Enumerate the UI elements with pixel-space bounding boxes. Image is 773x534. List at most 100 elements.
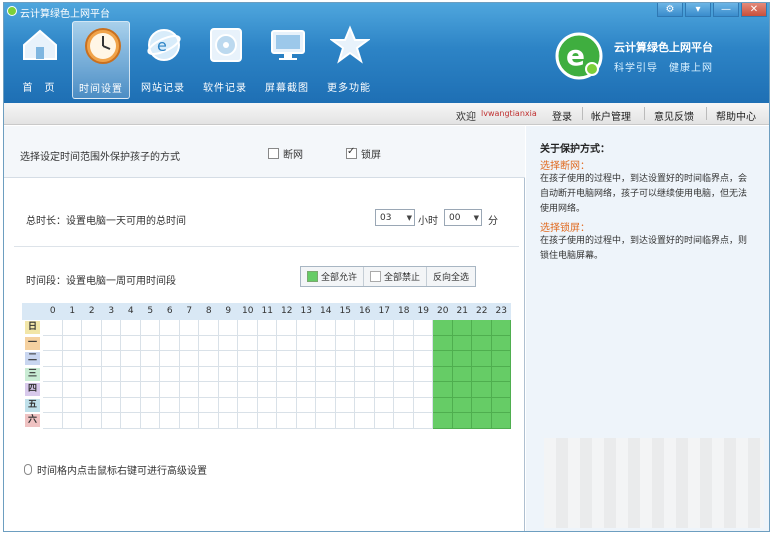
time-slot-cell[interactable] [62,351,82,367]
time-slot-cell[interactable] [43,351,63,367]
time-slot-cell[interactable] [238,413,258,429]
day-label-cell[interactable]: 六 [22,413,43,429]
time-slot-cell[interactable] [199,351,219,367]
time-slot-cell[interactable] [238,351,258,367]
nav-web-records[interactable]: e 网站记录 [134,21,192,99]
time-slot-cell[interactable] [355,320,375,336]
time-slot-cell[interactable] [277,397,297,413]
time-slot-cell[interactable] [218,413,238,429]
hour-label[interactable]: 10 [238,303,258,320]
time-slot-cell[interactable] [218,366,238,382]
time-slot-cell[interactable] [179,382,199,398]
time-slot-cell[interactable] [452,335,472,351]
time-slot-cell[interactable] [121,397,141,413]
time-slot-cell[interactable] [62,413,82,429]
time-slot-cell[interactable] [355,335,375,351]
time-slot-cell[interactable] [218,335,238,351]
time-slot-cell[interactable] [433,320,453,336]
time-slot-cell[interactable] [472,335,492,351]
time-slot-cell[interactable] [277,413,297,429]
settings-icon[interactable]: ⚙ [657,3,683,17]
time-slot-cell[interactable] [413,366,433,382]
hour-label[interactable]: 8 [199,303,219,320]
time-slot-cell[interactable] [491,382,511,398]
hour-label[interactable]: 3 [102,303,122,320]
time-slot-cell[interactable] [433,366,453,382]
nav-screenshots[interactable]: 屏幕截图 [258,21,316,99]
time-slot-cell[interactable] [355,382,375,398]
time-slot-cell[interactable] [257,335,277,351]
time-slot-cell[interactable] [491,335,511,351]
time-slot-cell[interactable] [491,320,511,336]
time-slot-cell[interactable] [160,351,180,367]
time-slot-cell[interactable] [140,366,160,382]
time-slot-cell[interactable] [374,382,394,398]
time-slot-cell[interactable] [121,413,141,429]
time-slot-cell[interactable] [218,382,238,398]
time-slot-cell[interactable] [296,351,316,367]
time-slot-cell[interactable] [140,397,160,413]
time-slot-cell[interactable] [101,366,121,382]
time-slot-cell[interactable] [101,397,121,413]
hour-label[interactable]: 5 [141,303,161,320]
time-slot-cell[interactable] [199,366,219,382]
nav-more-features[interactable]: 更多功能 [320,21,378,99]
time-slot-cell[interactable] [394,351,414,367]
feedback-link[interactable]: 意见反馈 [654,108,694,123]
time-slot-cell[interactable] [140,382,160,398]
help-link[interactable]: 帮助中心 [716,108,756,123]
nav-time-settings[interactable]: 时间设置 [72,21,130,99]
hour-label[interactable]: 7 [180,303,200,320]
hour-label[interactable]: 13 [297,303,317,320]
time-slot-cell[interactable] [199,335,219,351]
time-slot-cell[interactable] [277,382,297,398]
allow-all-button[interactable]: 全部允许 [301,267,365,286]
time-slot-cell[interactable] [160,335,180,351]
day-label-cell[interactable]: 三 [22,367,43,383]
time-slot-cell[interactable] [472,320,492,336]
time-slot-cell[interactable] [296,335,316,351]
time-slot-cell[interactable] [335,382,355,398]
time-slot-cell[interactable] [82,351,102,367]
time-slot-cell[interactable] [43,335,63,351]
hour-label[interactable]: 15 [336,303,356,320]
time-slot-cell[interactable] [43,320,63,336]
time-slot-cell[interactable] [218,320,238,336]
time-slot-cell[interactable] [413,351,433,367]
minutes-select[interactable]: 00 ▼ [444,209,482,226]
day-label-cell[interactable]: 一 [22,336,43,352]
time-slot-cell[interactable] [335,335,355,351]
time-slot-cell[interactable] [472,382,492,398]
time-slot-cell[interactable] [121,351,141,367]
time-slot-cell[interactable] [62,366,82,382]
nav-home[interactable]: 首 页 [10,21,68,99]
hour-label[interactable]: 4 [121,303,141,320]
time-slot-cell[interactable] [62,382,82,398]
time-slot-cell[interactable] [218,397,238,413]
time-slot-cell[interactable] [316,366,336,382]
lock-screen-checkbox-box[interactable] [346,146,357,159]
time-slot-cell[interactable] [101,413,121,429]
time-slot-cell[interactable] [82,382,102,398]
time-slot-cell[interactable] [121,320,141,336]
time-slot-cell[interactable] [43,397,63,413]
time-slot-cell[interactable] [452,351,472,367]
time-slot-cell[interactable] [491,397,511,413]
time-slot-cell[interactable] [296,320,316,336]
time-slot-cell[interactable] [316,335,336,351]
time-slot-cell[interactable] [355,397,375,413]
time-slot-cell[interactable] [199,413,219,429]
time-slot-cell[interactable] [101,382,121,398]
time-slot-cell[interactable] [433,335,453,351]
hour-label[interactable]: 1 [63,303,83,320]
day-label-cell[interactable]: 日 [22,320,43,336]
time-slot-cell[interactable] [452,382,472,398]
time-slot-cell[interactable] [199,397,219,413]
time-slot-cell[interactable] [43,382,63,398]
time-slot-cell[interactable] [316,320,336,336]
time-slot-cell[interactable] [160,320,180,336]
minimize-button[interactable]: — [713,3,739,17]
time-slot-cell[interactable] [472,351,492,367]
time-slot-cell[interactable] [140,413,160,429]
nav-software-records[interactable]: 软件记录 [196,21,254,99]
